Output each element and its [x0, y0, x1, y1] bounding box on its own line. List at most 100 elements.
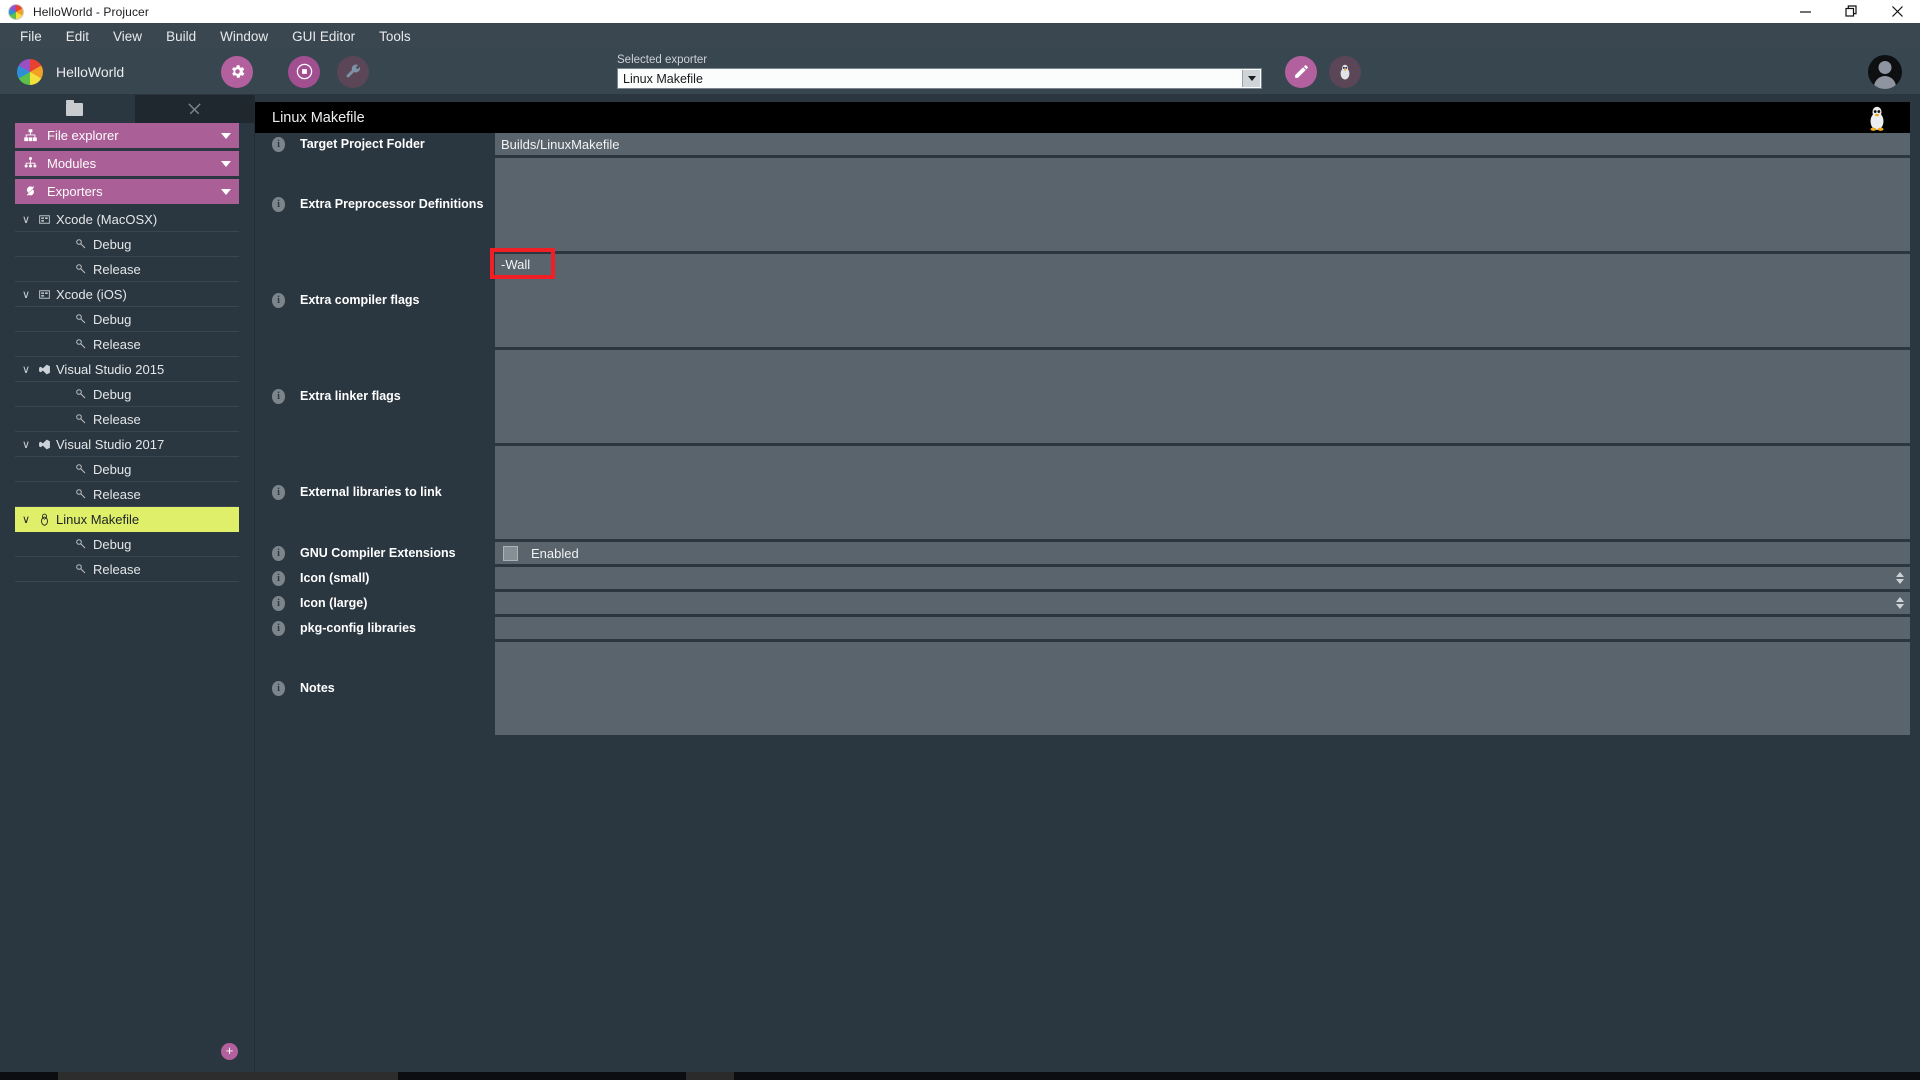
- paint-icon[interactable]: [734, 1072, 782, 1080]
- exporter-combobox[interactable]: Linux Makefile: [617, 68, 1262, 89]
- info-icon[interactable]: i: [272, 681, 285, 696]
- sidebar-section-exporters[interactable]: Exporters: [15, 179, 239, 204]
- menu-view[interactable]: View: [101, 26, 154, 47]
- projucer-icon[interactable]: [686, 1072, 734, 1080]
- checkbox-gnu-compiler-extensions[interactable]: [503, 545, 518, 561]
- close-button[interactable]: [1874, 0, 1920, 23]
- value-cell-external-libraries-to-link: [495, 446, 1910, 539]
- chevron-down-icon[interactable]: [1242, 70, 1260, 87]
- textarea-external-libraries-to-link[interactable]: [495, 446, 1910, 539]
- info-icon[interactable]: i: [272, 136, 285, 152]
- tree-item-linux-makefile[interactable]: ∨ Linux Makefile: [15, 507, 239, 532]
- info-icon[interactable]: i: [272, 389, 285, 404]
- input-target-project-folder[interactable]: Builds/LinuxMakefile: [495, 133, 1910, 155]
- taskbar-apps: [398, 1072, 782, 1080]
- tree-item-label: Release: [93, 411, 141, 427]
- user-avatar[interactable]: [1868, 54, 1902, 89]
- info-icon[interactable]: i: [272, 293, 285, 308]
- info-icon[interactable]: i: [272, 545, 285, 561]
- tree-item-label: Linux Makefile: [56, 511, 140, 527]
- menu-build[interactable]: Build: [154, 26, 208, 47]
- file-explorer-icon[interactable]: [494, 1072, 542, 1080]
- menu-file[interactable]: File: [8, 26, 54, 47]
- taskbar-search[interactable]: Type here to search: [58, 1072, 398, 1080]
- textarea-extra-compiler-flags[interactable]: -Wall: [495, 254, 1910, 347]
- label-cell-pkg-config-libraries: i pkg-config libraries: [255, 617, 495, 639]
- select-icon-large[interactable]: [495, 592, 1910, 614]
- tree-item-xcode-macosx[interactable]: ∨ Xcode (MacOSX): [15, 207, 239, 232]
- edit-button[interactable]: [1285, 55, 1317, 88]
- textarea-notes[interactable]: [495, 642, 1910, 735]
- highlight-annotation: [490, 248, 555, 279]
- tree-item-visual-studio-2015[interactable]: ∨ Visual Studio 2015: [15, 357, 239, 382]
- stepper-icon[interactable]: [1896, 572, 1904, 584]
- tree-item-release[interactable]: Release: [15, 257, 239, 282]
- tree-item-visual-studio-2017[interactable]: ∨ Visual Studio 2017: [15, 432, 239, 457]
- sidebar-section-modules[interactable]: Modules: [15, 151, 239, 176]
- modules-icon: [24, 157, 37, 168]
- chevron-down-icon[interactable]: ∨: [18, 513, 34, 526]
- menu-gui-editor[interactable]: GUI Editor: [280, 26, 367, 47]
- build-settings-button[interactable]: [337, 55, 369, 88]
- field-row-pkg-config-libraries: i pkg-config libraries: [255, 617, 1910, 639]
- info-icon[interactable]: i: [272, 620, 285, 636]
- info-icon[interactable]: i: [272, 595, 285, 611]
- menu-tools[interactable]: Tools: [367, 26, 423, 47]
- menu-edit[interactable]: Edit: [54, 26, 101, 47]
- chevron-down-icon[interactable]: ∨: [18, 288, 34, 301]
- label-cell-extra-preprocessor-definitions: i Extra Preprocessor Definitions: [255, 158, 495, 251]
- select-icon-small[interactable]: [495, 567, 1910, 589]
- chevron-down-icon[interactable]: [221, 160, 231, 167]
- chevron-down-icon[interactable]: [221, 132, 231, 139]
- sidebar-tab-tools[interactable]: [134, 95, 254, 123]
- chevron-down-icon[interactable]: ∨: [18, 363, 34, 376]
- chevron-down-icon[interactable]: [221, 188, 231, 195]
- field-label: GNU Compiler Extensions: [300, 545, 456, 560]
- sidebar-tab-folder[interactable]: [15, 95, 135, 123]
- tree-item-release[interactable]: Release: [15, 332, 239, 357]
- visualstudio-icon: [34, 438, 54, 451]
- textarea-extra-preprocessor-definitions[interactable]: [495, 158, 1910, 251]
- menu-window[interactable]: Window: [208, 26, 280, 47]
- sidebar-section-file-explorer[interactable]: File explorer: [15, 123, 239, 148]
- tree-item-debug[interactable]: Debug: [15, 457, 239, 482]
- run-button[interactable]: [288, 55, 320, 88]
- tree-item-release[interactable]: Release: [15, 407, 239, 432]
- config-icon: [71, 488, 91, 500]
- tree-item-debug[interactable]: Debug: [15, 232, 239, 257]
- chevron-down-icon[interactable]: ∨: [18, 213, 34, 226]
- info-icon[interactable]: i: [272, 570, 285, 586]
- task-view-icon[interactable]: [398, 1072, 446, 1080]
- tree-item-debug[interactable]: Debug: [15, 382, 239, 407]
- info-icon[interactable]: i: [272, 485, 285, 500]
- value-cell-target-project-folder: Builds/LinuxMakefile: [495, 133, 1910, 155]
- field-label: Target Project Folder: [300, 136, 425, 151]
- wrench-icon: [346, 64, 360, 78]
- tree-item-debug[interactable]: Debug: [15, 532, 239, 557]
- visual-studio-icon[interactable]: [590, 1072, 638, 1080]
- notepad-icon[interactable]: [638, 1072, 686, 1080]
- add-exporter-button[interactable]: +: [221, 1043, 238, 1060]
- edge-icon[interactable]: [446, 1072, 494, 1080]
- info-icon[interactable]: i: [272, 197, 285, 212]
- tree-item-release[interactable]: Release: [15, 482, 239, 507]
- tree-item-release[interactable]: Release: [15, 557, 239, 582]
- main-content: Linux Makefile i Target Project Folder Bui…: [255, 95, 1920, 1072]
- tree-item-debug[interactable]: Debug: [15, 307, 239, 332]
- maximize-button[interactable]: [1828, 0, 1874, 23]
- input-pkg-config-libraries[interactable]: [495, 617, 1910, 639]
- tree-item-xcode-ios[interactable]: ∨ Xcode (iOS): [15, 282, 239, 307]
- projucer-logo-icon: [8, 3, 24, 20]
- field-row-gnu-compiler-extensions: i GNU Compiler Extensions Enabled: [255, 542, 1910, 564]
- windows-defender-icon[interactable]: [542, 1072, 590, 1080]
- chevron-down-icon[interactable]: ∨: [18, 438, 34, 451]
- value-cell-extra-preprocessor-definitions: [495, 158, 1910, 251]
- projucer-wheel-icon: [17, 58, 43, 85]
- settings-button[interactable]: [221, 55, 253, 88]
- minimize-button[interactable]: [1782, 0, 1828, 23]
- platform-button[interactable]: [1329, 55, 1361, 88]
- checkbox-row-gnu-compiler-extensions[interactable]: Enabled: [495, 542, 1910, 564]
- textarea-extra-linker-flags[interactable]: [495, 350, 1910, 443]
- start-button[interactable]: [0, 1072, 58, 1080]
- stepper-icon[interactable]: [1896, 597, 1904, 609]
